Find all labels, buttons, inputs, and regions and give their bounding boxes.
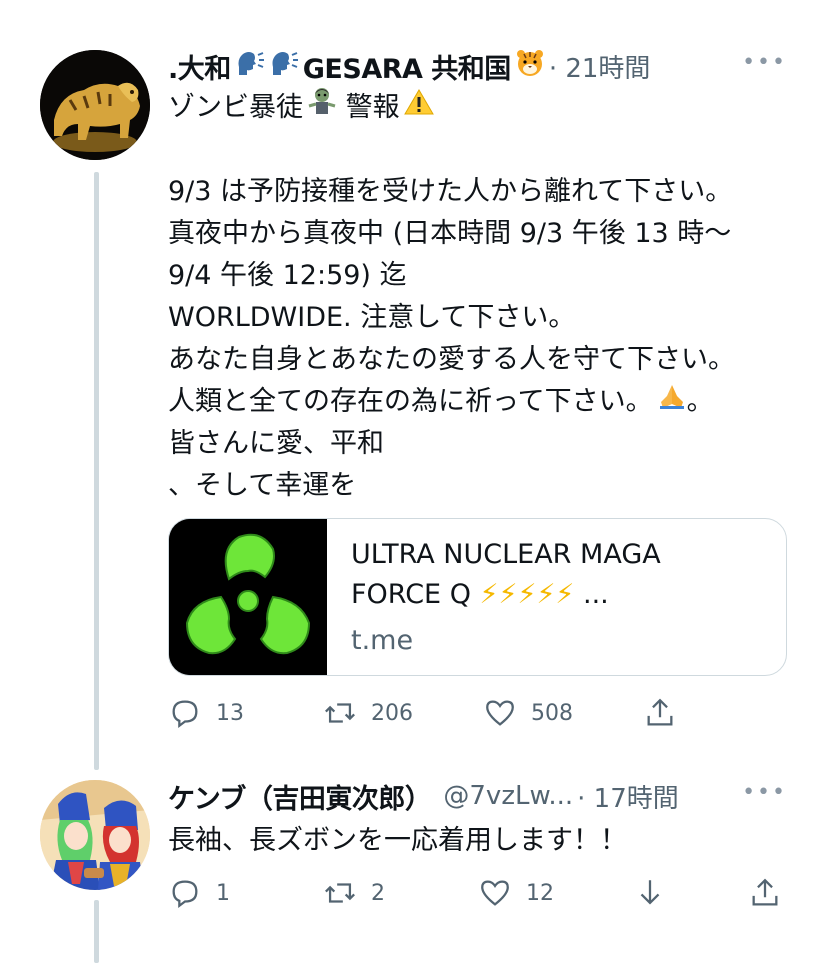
timestamp[interactable]: · 17時間 — [577, 778, 679, 815]
tweet-text-line-2: 真夜中から真夜中 (日本時間 9/3 午後 13 時〜 — [168, 218, 732, 249]
tweet-text-line-6-suffix: 。 — [686, 386, 714, 417]
tweet[interactable]: ケンブ（吉田寅次郎） @7vzLw... · 17時間 ••• 長袖、長ズボンを… — [168, 776, 787, 909]
share-button[interactable] — [748, 876, 782, 910]
display-name[interactable]: .大和 — [168, 47, 231, 86]
like-icon — [486, 700, 514, 726]
like-count: 508 — [531, 700, 573, 726]
retweet-button[interactable]: 2 — [323, 876, 478, 910]
tweet-text-line-8: 、そして幸運を — [168, 470, 357, 501]
radioactive-icon — [169, 519, 327, 675]
tweet-text-line-0-suffix: 警報 — [345, 92, 400, 123]
retweet-button[interactable]: 206 — [323, 696, 483, 730]
share-icon — [647, 698, 673, 726]
retweet-count: 206 — [371, 700, 413, 726]
card-title-ellipsis: ... — [582, 579, 609, 610]
card-domain: t.me — [351, 625, 414, 656]
handle[interactable]: @7vzLw... — [443, 781, 573, 811]
more-icon[interactable]: ••• — [742, 780, 787, 805]
anime-characters-avatar-image — [40, 780, 150, 890]
lightning-icon: ⚡ — [517, 579, 537, 610]
download-button[interactable] — [633, 876, 748, 910]
more-icon[interactable]: ••• — [742, 50, 787, 75]
card-title-text: FORCE Q — [351, 579, 471, 610]
download-icon — [640, 880, 660, 905]
lightning-icon: ⚡ — [498, 579, 518, 610]
tiger-statue-avatar-image — [40, 50, 150, 160]
tweet-actions: 1 2 12 — [168, 876, 788, 910]
reply-count: 1 — [216, 880, 230, 906]
tweet-text-line-5: あなた自身とあなたの愛する人を守て下さい。 — [168, 344, 735, 375]
share-button[interactable] — [643, 696, 677, 730]
like-icon — [481, 880, 509, 906]
folded-hands-icon — [657, 381, 687, 423]
thread-connector — [94, 172, 99, 770]
tweet-actions: 13 206 508 — [168, 696, 688, 730]
reply-button[interactable]: 1 — [168, 876, 323, 910]
like-button[interactable]: 508 — [483, 696, 643, 730]
reply-icon — [172, 700, 198, 729]
tweet-text-line-1: 9/3 は予防接種を受けた人から離れて下さい。 — [168, 176, 733, 207]
warning-icon — [403, 87, 434, 129]
reply-icon — [172, 880, 198, 909]
like-button[interactable]: 12 — [478, 876, 633, 910]
retweet-icon — [325, 703, 355, 723]
thread-connector-bottom — [94, 900, 99, 963]
retweet-count: 2 — [371, 880, 385, 906]
tweet-header: .大和 GESARA 共和国 · 21時間 ••• — [168, 46, 787, 86]
tweet-text-line-7: 皆さんに愛、平和 — [168, 428, 384, 459]
timestamp[interactable]: · 21時間 — [549, 48, 651, 85]
lightning-icon: ⚡ — [479, 579, 499, 610]
zombie-icon — [307, 86, 337, 129]
display-name-suffix[interactable]: GESARA 共和国 — [303, 47, 512, 86]
reply-button[interactable]: 13 — [168, 696, 323, 730]
reply-count: 13 — [216, 700, 244, 726]
card-text: ULTRA NUCLEAR MAGA FORCE Q ⚡⚡⚡⚡⚡ ... t.m… — [351, 535, 766, 656]
tweet-text-line-6: 人類と全ての存在の為に祈って下さい。 。 — [168, 381, 787, 423]
display-name[interactable]: ケンブ（吉田寅次郎） — [168, 777, 432, 816]
link-preview-card[interactable]: ULTRA NUCLEAR MAGA FORCE Q ⚡⚡⚡⚡⚡ ... t.m… — [168, 518, 787, 676]
tweet[interactable]: .大和 GESARA 共和国 · 21時間 ••• ゾンビ暴徒 警報 9/3 は… — [168, 46, 787, 729]
avatar[interactable] — [40, 50, 150, 160]
lightning-icon: ⚡ — [555, 579, 575, 610]
tweet-text: 長袖、長ズボンを一応着用します！！ — [168, 825, 627, 856]
lightning-icon: ⚡ — [536, 579, 556, 610]
like-count: 12 — [526, 880, 554, 906]
speaking-head-icon — [269, 49, 299, 83]
card-title-line1: ULTRA NUCLEAR MAGA — [351, 539, 661, 570]
card-title-line2: FORCE Q ⚡⚡⚡⚡⚡ ... — [351, 575, 766, 615]
tweet-text-line-0: ゾンビ暴徒 — [168, 92, 303, 123]
avatar[interactable] — [40, 780, 150, 890]
tweet-text-line-6-text: 人類と全ての存在の為に祈って下さい。 — [168, 386, 653, 417]
share-icon — [752, 878, 778, 906]
tweet-text-line-4: WORLDWIDE. 注意して下さい。 — [168, 302, 576, 333]
tweet-text-line-3: 9/4 午後 12:59) 迄 — [168, 260, 407, 291]
tweet-header: ケンブ（吉田寅次郎） @7vzLw... · 17時間 ••• — [168, 776, 787, 816]
retweet-icon — [325, 883, 355, 903]
speaking-head-icon — [235, 49, 265, 83]
tiger-face-icon — [515, 49, 545, 83]
tweet-text-line: ゾンビ暴徒 警報 — [168, 86, 787, 129]
